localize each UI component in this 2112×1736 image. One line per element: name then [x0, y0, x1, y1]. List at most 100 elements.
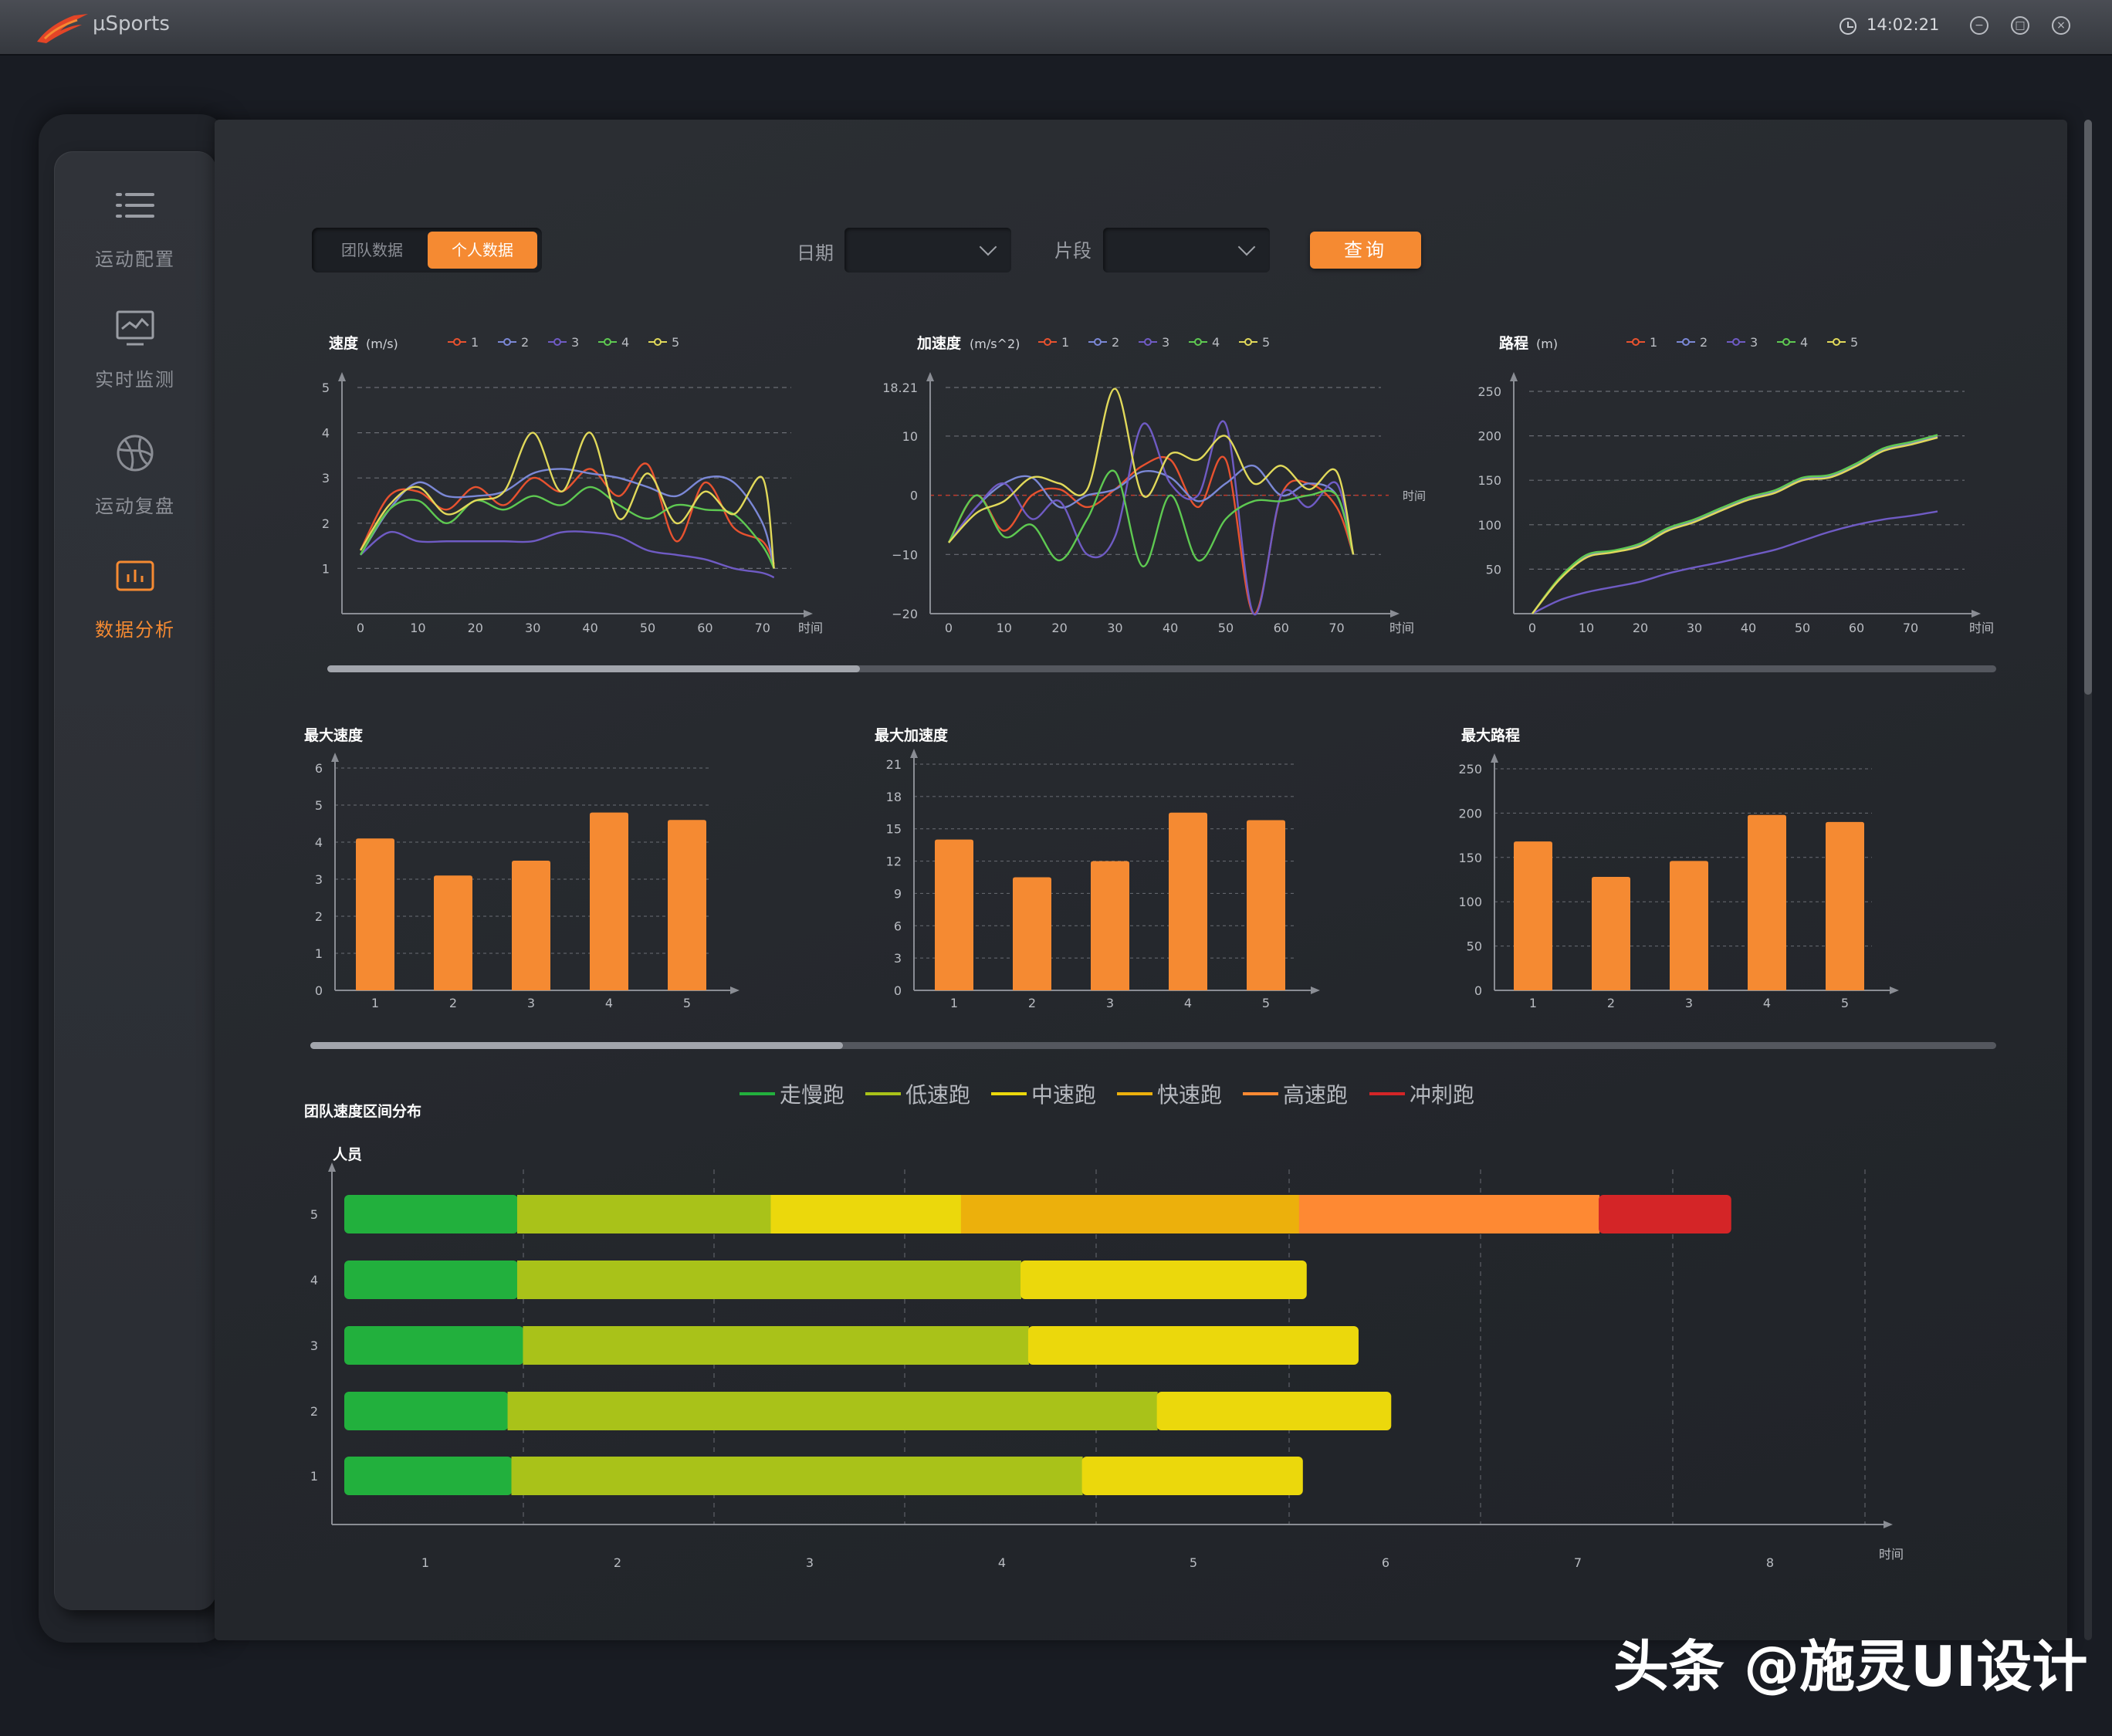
bar	[590, 812, 628, 990]
legend-label: 4	[621, 335, 629, 350]
zero-line-label: 时间	[1403, 489, 1426, 503]
bar-segment	[1298, 1195, 1600, 1233]
series-line	[947, 469, 1355, 567]
x-tick-label: 1	[1529, 996, 1537, 1010]
bar	[1670, 861, 1708, 990]
y-tick-label: −10	[892, 547, 918, 562]
legend-label: 走慢跑	[780, 1082, 844, 1108]
x-tick-label: 60	[697, 621, 712, 635]
x-tick-label: 7	[1574, 1555, 1582, 1570]
x-tick-label: 30	[1687, 621, 1702, 635]
y-tick-label: 18.21	[882, 381, 918, 395]
x-tick-label: 5	[1841, 996, 1849, 1010]
x-tick-label: 0	[357, 621, 364, 635]
legend-label: 4	[1800, 335, 1808, 350]
x-tick-label: 2	[1028, 996, 1036, 1010]
legend-marker	[1144, 338, 1152, 346]
y-tick-label: 0	[315, 983, 323, 998]
y-tick-label: 250	[1458, 762, 1482, 777]
legend-marker	[1244, 338, 1252, 346]
y-tick-label: 10	[902, 429, 918, 444]
legend-marker	[604, 338, 611, 346]
y-tick-label: 4	[310, 1273, 318, 1288]
x-tick-label: 2	[449, 996, 457, 1010]
legend-marker	[553, 338, 561, 346]
y-tick-label: 4	[315, 835, 323, 850]
x-tick-label: 4	[605, 996, 613, 1010]
y-axis-arrow	[328, 1162, 336, 1172]
y-tick-label: 6	[315, 761, 323, 776]
y-tick-label: 150	[1477, 473, 1501, 488]
series-line	[359, 462, 775, 565]
x-tick-label: 50	[1218, 621, 1234, 635]
line-charts-scrollbar-thumb[interactable]	[327, 665, 860, 672]
x-tick-label: 1	[371, 996, 379, 1010]
y-tick-label: 200	[1458, 806, 1482, 821]
x-tick-label: 10	[1579, 621, 1594, 635]
series-line	[359, 486, 775, 569]
bar-charts-scrollbar-thumb[interactable]	[310, 1042, 843, 1049]
y-axis-label: 人员	[333, 1146, 362, 1163]
x-tick-label: 5	[1262, 996, 1270, 1010]
y-tick-label: 4	[322, 426, 330, 441]
legend-label: 5	[1262, 335, 1270, 350]
bar-segment	[1020, 1261, 1307, 1299]
legend-marker	[1833, 338, 1840, 346]
series-line	[948, 420, 1355, 616]
bar-segment	[1081, 1457, 1303, 1495]
x-axis-label: 时间	[1969, 621, 1994, 635]
bar	[1169, 812, 1207, 990]
y-axis-arrow	[910, 749, 918, 758]
bar-segment	[770, 1195, 962, 1233]
legend-label: 中速跑	[1031, 1082, 1096, 1108]
legend-label: 2	[521, 335, 529, 350]
x-axis-arrow	[804, 610, 813, 618]
bar-segment	[344, 1392, 509, 1430]
y-tick-label: 5	[322, 381, 330, 395]
bar-segment	[516, 1261, 1021, 1299]
legend-label: 1	[1061, 335, 1069, 350]
x-axis-arrow	[730, 986, 740, 994]
y-tick-label: 2	[322, 516, 330, 531]
legend-label: 5	[1850, 335, 1858, 350]
y-axis-arrow	[1491, 753, 1498, 763]
chart-title: 最大速度	[304, 726, 364, 744]
series-line	[948, 465, 1355, 555]
x-tick-label: 50	[640, 621, 655, 635]
x-axis-arrow	[1972, 610, 1981, 618]
y-tick-label: 3	[894, 951, 902, 966]
y-axis-arrow	[1510, 372, 1518, 381]
x-tick-label: 70	[1903, 621, 1918, 635]
legend-marker	[1682, 338, 1690, 346]
bar	[356, 838, 394, 990]
y-tick-label: 100	[1458, 895, 1482, 909]
series-line	[1532, 510, 1938, 615]
bar-segment	[344, 1326, 524, 1365]
legend-label: 2	[1700, 335, 1708, 350]
legend-label: 3	[571, 335, 579, 350]
y-tick-label: 0	[1474, 983, 1482, 998]
legend-label: 5	[672, 335, 679, 350]
bar-segment	[344, 1195, 518, 1233]
y-axis-arrow	[338, 372, 346, 381]
y-tick-label: 3	[310, 1338, 318, 1353]
watermark: 头条 @施灵UI设计	[1613, 1634, 2088, 1699]
legend-label: 低速跑	[905, 1082, 970, 1108]
y-tick-label: 1	[322, 561, 330, 576]
y-tick-label: 9	[894, 886, 902, 901]
legend-label: 快速跑	[1157, 1082, 1222, 1108]
y-tick-label: 6	[894, 919, 902, 933]
y-tick-label: 50	[1486, 562, 1501, 577]
y-tick-label: 250	[1477, 384, 1501, 399]
legend-marker	[1194, 338, 1202, 346]
x-tick-label: 60	[1849, 621, 1864, 635]
x-axis-label: 时间	[798, 621, 823, 635]
legend-label: 3	[1162, 335, 1169, 350]
x-tick-label: 60	[1274, 621, 1289, 635]
y-tick-label: 1	[315, 946, 323, 961]
series-line	[359, 431, 775, 569]
x-tick-label: 20	[1633, 621, 1648, 635]
bar	[434, 875, 472, 990]
x-tick-label: 2	[614, 1555, 621, 1570]
y-tick-label: 2	[315, 909, 323, 924]
